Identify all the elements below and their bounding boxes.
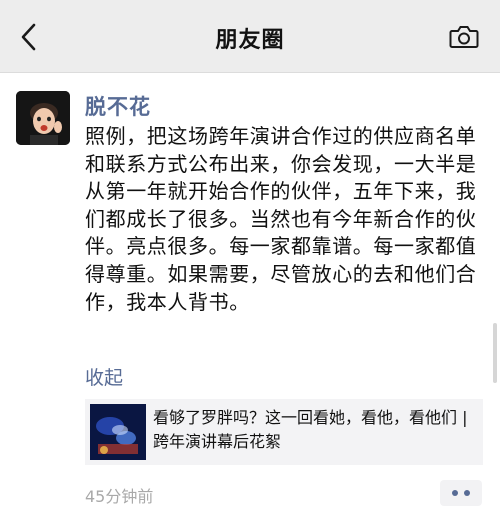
post-text: 照例，把这场跨年演讲合作过的供应商名单和联系方式公布出来，你会发现，一大半是从第… xyxy=(85,124,477,314)
author-avatar-image xyxy=(16,91,70,145)
author-name[interactable]: 脱不花 xyxy=(85,91,151,121)
camera-icon xyxy=(449,26,479,48)
camera-button[interactable] xyxy=(448,22,480,52)
shared-link-card[interactable]: 看够了罗胖吗？这一回看她，看他，看他们 | 跨年演讲幕后花絮 xyxy=(85,399,483,465)
more-actions-button[interactable] xyxy=(440,480,482,506)
navigation-bar: 朋友圈 xyxy=(0,0,500,73)
collapse-button[interactable]: 收起 xyxy=(85,363,123,390)
shared-link-title: 看够了罗胖吗？这一回看她，看他，看他们 | 跨年演讲幕后花絮 xyxy=(153,408,468,451)
more-dots-icon xyxy=(452,490,458,496)
avatar[interactable] xyxy=(16,91,70,145)
shared-link-thumbnail xyxy=(90,404,146,460)
thumbnail-image xyxy=(90,404,146,460)
post-timestamp: 45分钟前 xyxy=(85,487,154,506)
more-dots-icon xyxy=(464,490,470,496)
moment-post: 脱不花 照例，把这场跨年演讲合作过的供应商名单和联系方式公布出来，你会发现，一大… xyxy=(0,73,500,525)
page-title: 朋友圈 xyxy=(215,28,285,53)
scrollbar[interactable] xyxy=(493,323,497,383)
